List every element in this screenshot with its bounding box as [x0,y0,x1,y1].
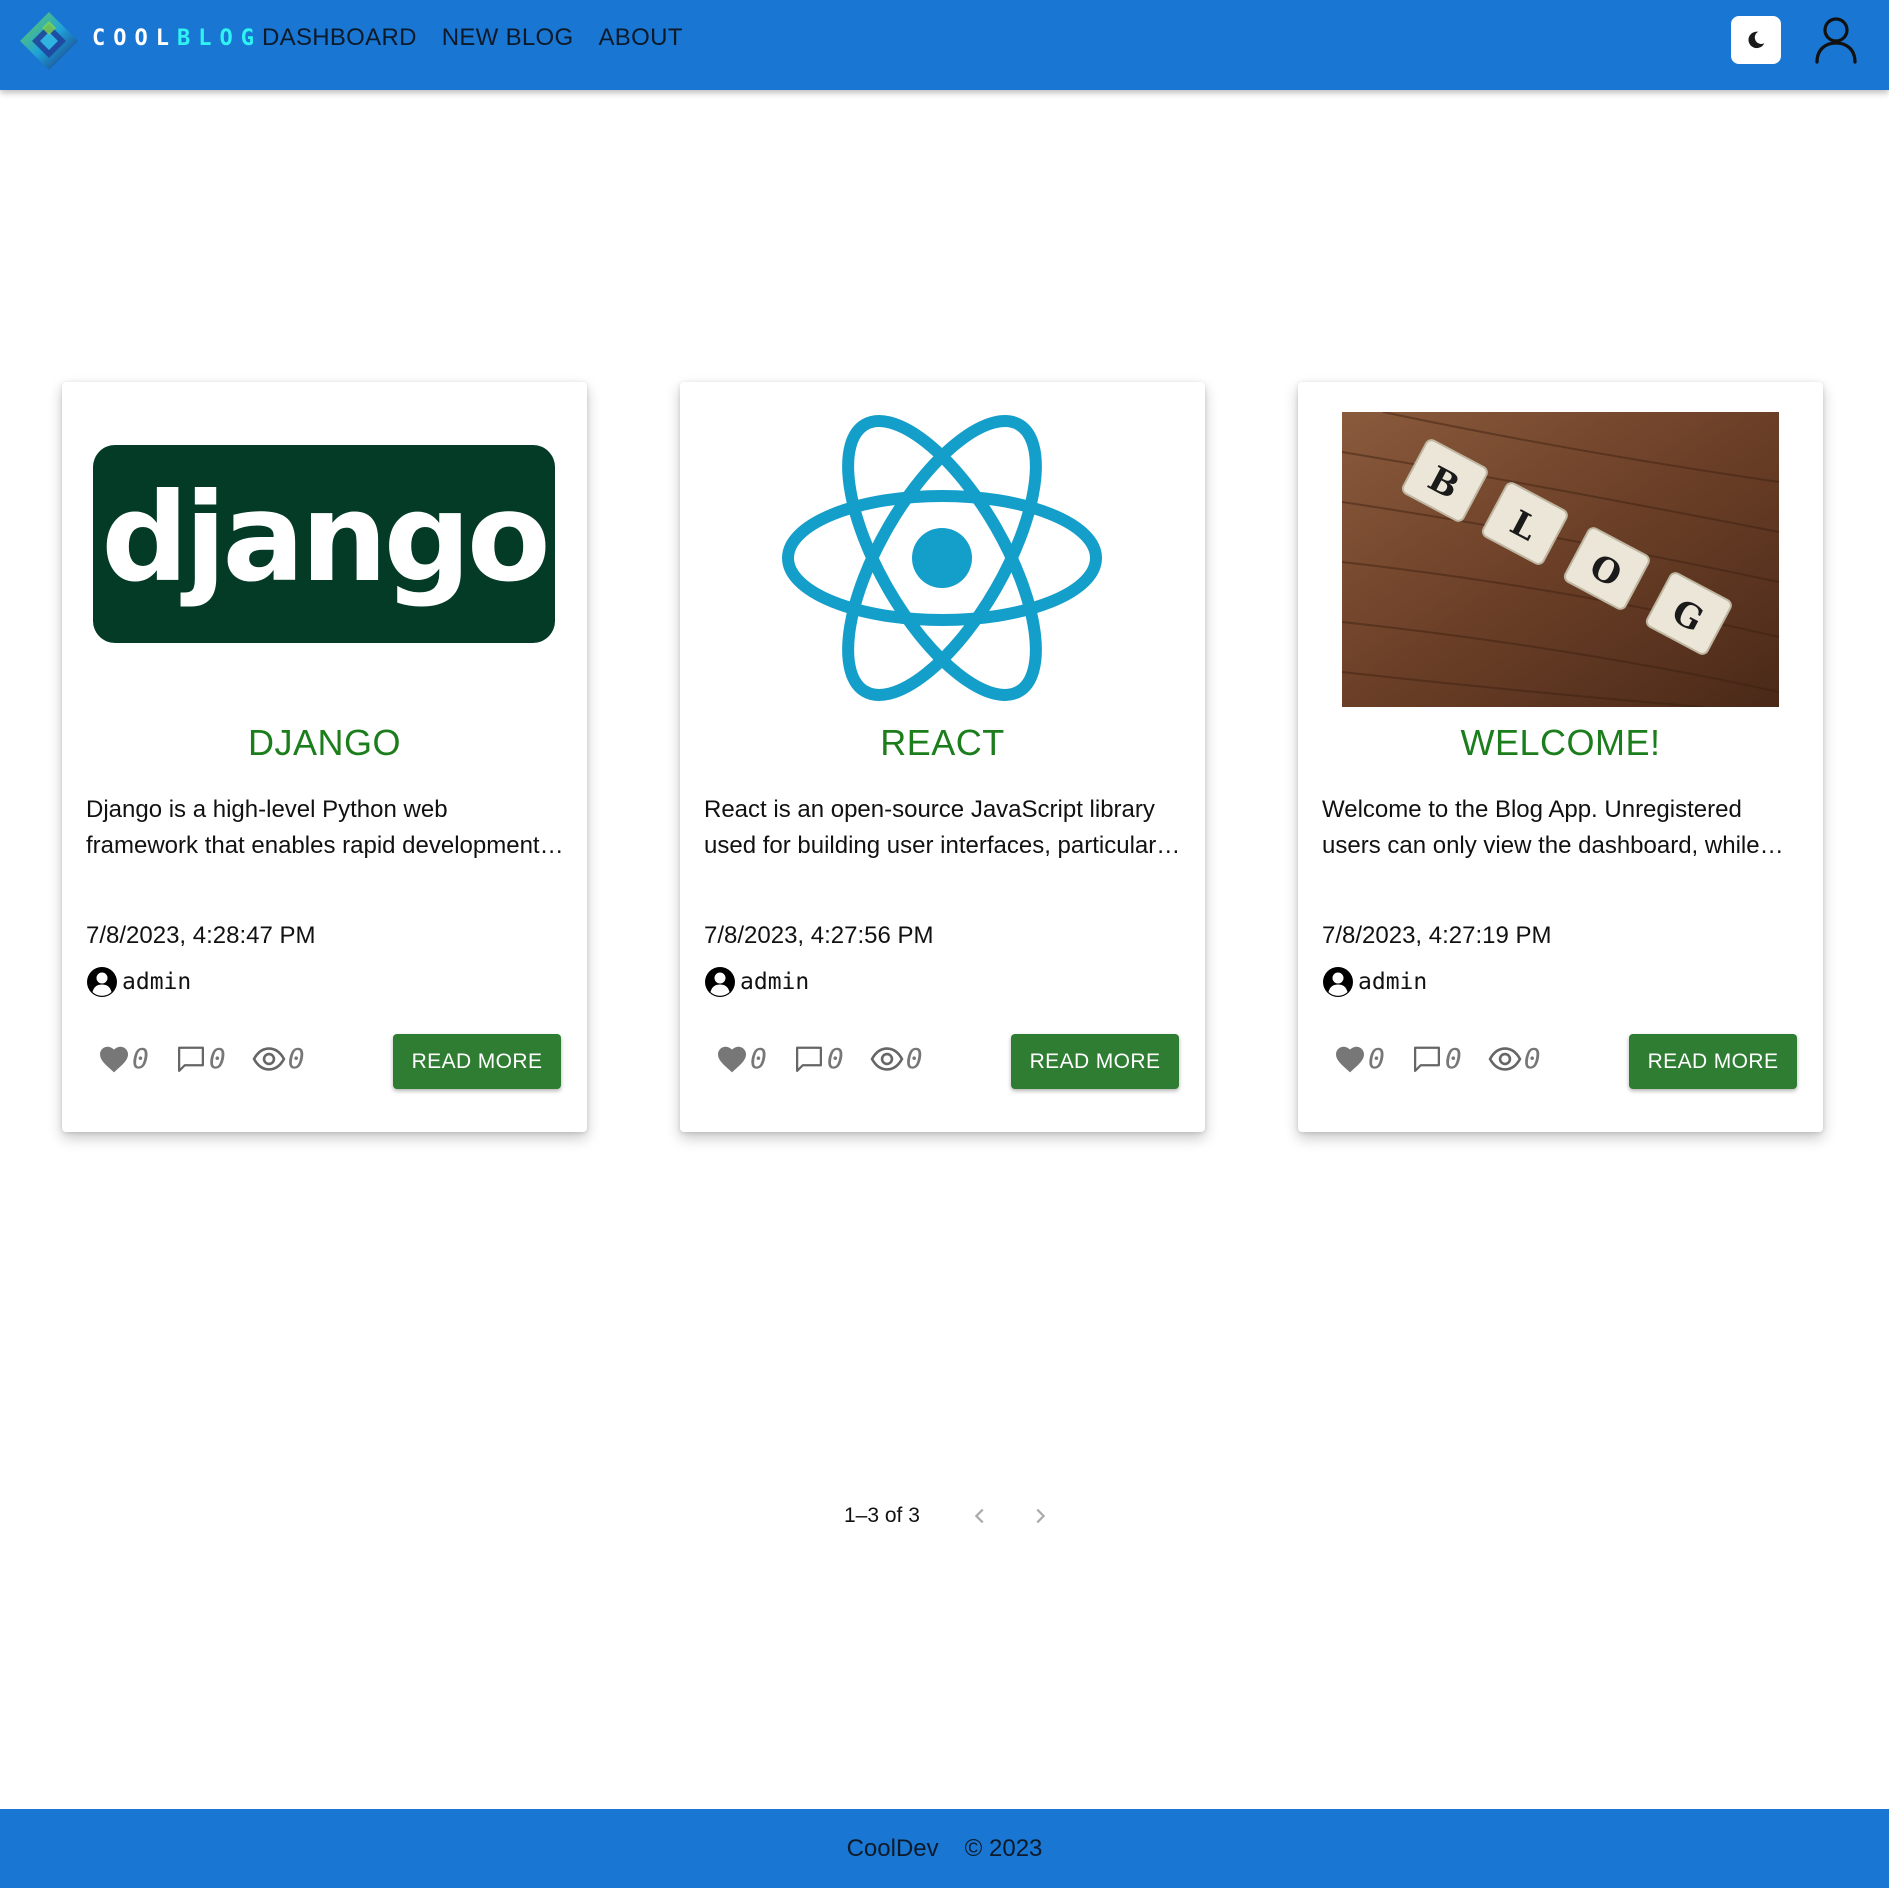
eye-icon [870,1046,904,1071]
nav-link-new-blog[interactable]: NEW BLOG [442,24,574,52]
brand-part-blog: BLOG [176,26,262,51]
footer-copyright: © 2023 [964,1834,1043,1862]
read-more-button[interactable]: READ MORE [1629,1034,1797,1089]
card-excerpt: React is an open-source JavaScript libra… [704,796,1174,859]
brand-part-cool: COOL [92,26,177,51]
like-count: 0 [132,1042,149,1075]
brand-name[interactable]: COOLBLOG [92,26,262,51]
views-indicator[interactable]: 0 [870,1042,923,1075]
like-button[interactable]: 0 [1334,1042,1385,1075]
card-author: admin [86,966,191,998]
card-date: 7/8/2023, 4:27:19 PM [1322,922,1552,949]
card-title[interactable]: REACT [680,722,1205,764]
read-more-button[interactable]: READ MORE [1011,1034,1179,1089]
comment-count: 0 [1444,1042,1462,1075]
account-circle-icon [87,967,117,997]
comment-button[interactable]: 0 [175,1042,226,1075]
pagination: 1–3 of 3 [844,1496,1060,1536]
author-name: admin [740,969,810,995]
blog-card-django: django DJANGO Django is a high-level Pyt… [62,382,587,1132]
card-date: 7/8/2023, 4:28:47 PM [86,922,316,949]
card-author: admin [704,966,809,998]
card-stats: 0 0 0 [1334,1042,1567,1075]
heart-icon [1336,1046,1364,1072]
footer: CoolDev © 2023 [0,1809,1889,1888]
comment-icon [177,1046,204,1072]
nav-links: DASHBOARD NEW BLOG ABOUT [262,24,683,52]
next-page-button[interactable] [1020,1496,1060,1536]
comment-button[interactable]: 0 [793,1042,844,1075]
eye-icon [1488,1046,1522,1071]
view-count: 0 [287,1042,305,1075]
user-outline-icon[interactable] [1810,14,1862,66]
top-navbar: COOLBLOG DASHBOARD NEW BLOG ABOUT [0,0,1889,90]
comment-count: 0 [826,1042,844,1075]
account-circle-icon [705,967,735,997]
django-logo-text: django [101,467,546,609]
comment-icon [1413,1046,1440,1072]
read-more-button[interactable]: READ MORE [393,1034,561,1089]
theme-toggle-button[interactable] [1731,16,1781,64]
like-count: 0 [750,1042,767,1075]
card-title[interactable]: DJANGO [62,722,587,764]
view-count: 0 [905,1042,923,1075]
account-circle-icon [1323,967,1353,997]
eye-icon [252,1046,286,1071]
blog-card-react: REACT React is an open-source JavaScript… [680,382,1205,1132]
card-author: admin [1322,966,1427,998]
card-title[interactable]: WELCOME! [1298,722,1823,764]
views-indicator[interactable]: 0 [1488,1042,1541,1075]
like-count: 0 [1368,1042,1385,1075]
heart-icon [718,1046,746,1072]
card-stats: 0 0 0 [716,1042,949,1075]
moon-icon [1748,31,1765,49]
chevron-right-icon [1036,1508,1046,1524]
card-date: 7/8/2023, 4:27:56 PM [704,922,934,949]
nav-link-dashboard[interactable]: DASHBOARD [262,24,417,52]
comment-button[interactable]: 0 [1411,1042,1462,1075]
chevron-left-icon [974,1508,984,1524]
comment-icon [795,1046,822,1072]
heart-icon [100,1046,128,1072]
comment-count: 0 [208,1042,226,1075]
nav-link-about[interactable]: ABOUT [599,24,683,52]
react-logo-image [782,415,1102,701]
views-indicator[interactable]: 0 [252,1042,305,1075]
like-button[interactable]: 0 [716,1042,767,1075]
pagination-info: 1–3 of 3 [844,1504,920,1527]
coolblog-logo[interactable] [18,10,80,72]
author-name: admin [1358,969,1428,995]
view-count: 0 [1523,1042,1541,1075]
card-excerpt: Django is a high-level Python web framew… [86,796,540,859]
like-button[interactable]: 0 [98,1042,149,1075]
footer-company: CoolDev [846,1834,939,1862]
card-stats: 0 0 0 [98,1042,331,1075]
blog-tiles-photo: B L O G [1341,412,1780,707]
blog-card-welcome: B L O G WELCOME! Welcome to the Blog App… [1298,382,1823,1132]
author-name: admin [122,969,192,995]
django-logo-image: django [93,445,555,643]
previous-page-button[interactable] [960,1496,1000,1536]
card-excerpt: Welcome to the Blog App. Unregistered us… [1322,796,1760,859]
